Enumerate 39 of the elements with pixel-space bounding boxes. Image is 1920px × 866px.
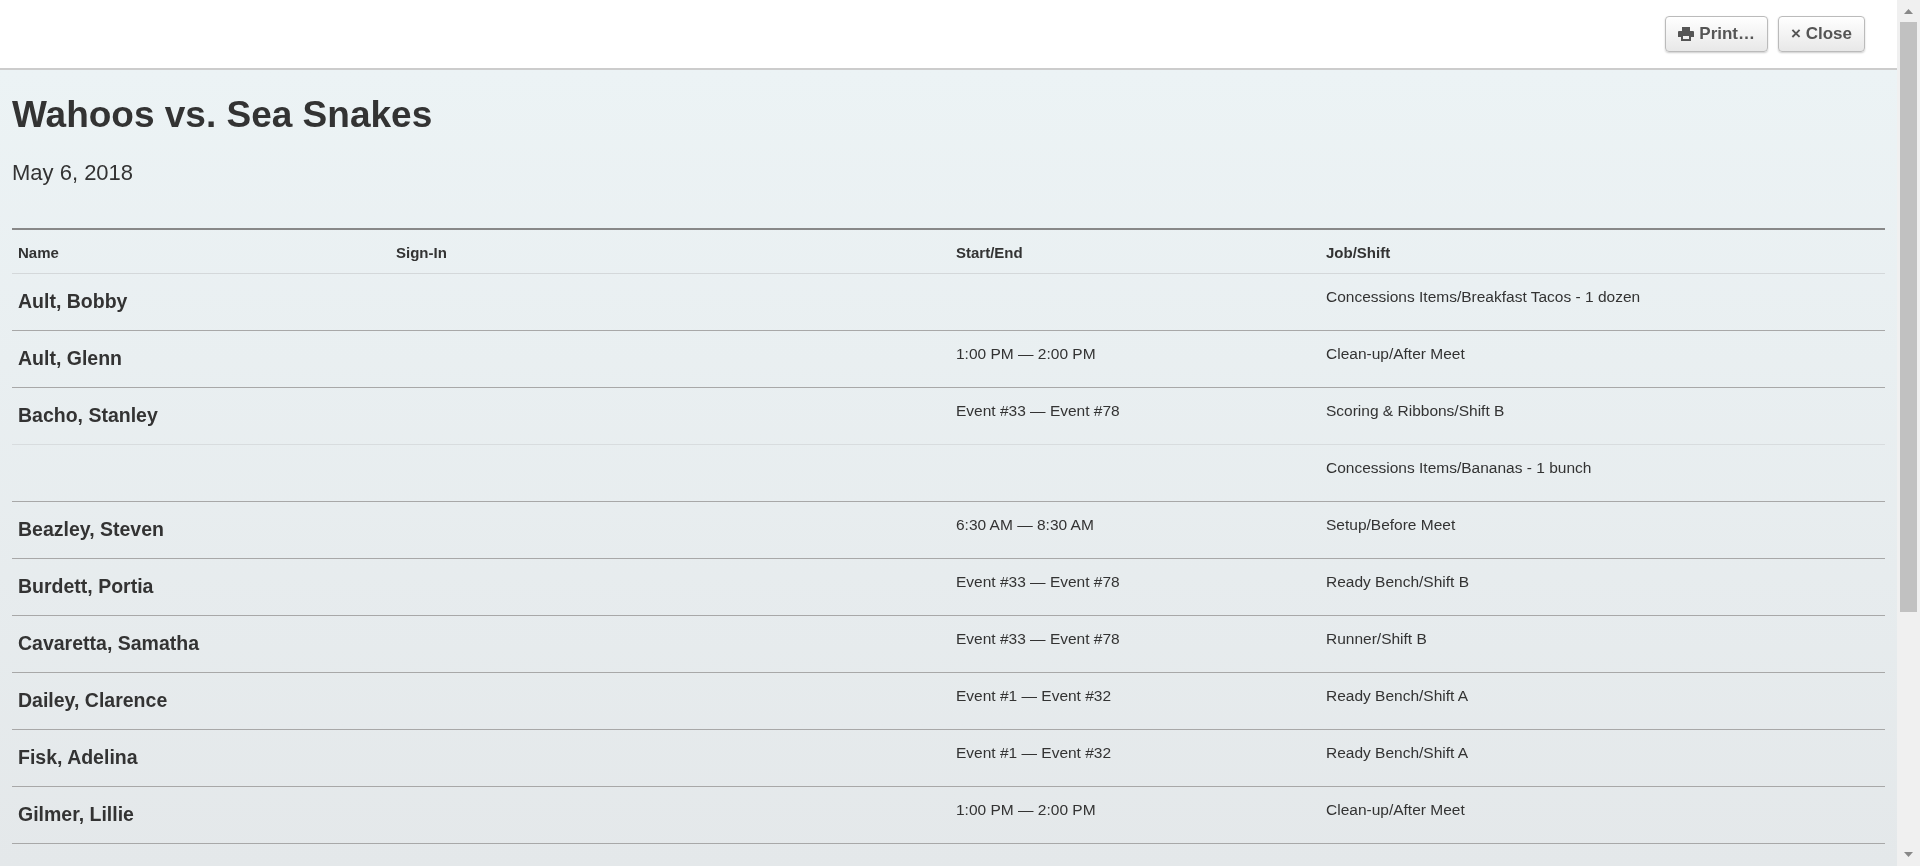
job-shift: Clean-up/After Meet (1326, 801, 1465, 818)
volunteer-name: Cavaretta, Samatha (18, 632, 199, 654)
printer-icon (1678, 27, 1695, 41)
volunteer-name: Bacho, Stanley (18, 404, 158, 426)
job-shift: Runner/Shift B (1326, 630, 1427, 647)
job-shift: Scoring & Ribbons/Shift B (1326, 402, 1505, 419)
event-date: May 6, 2018 (12, 160, 135, 186)
scroll-up-icon[interactable] (1904, 9, 1913, 14)
time-range: 1:00 PM — 2:00 PM (956, 345, 1096, 362)
job-shift: Ready Bench/Shift B (1326, 573, 1470, 590)
time-range: Event #33 — Event #78 (956, 630, 1120, 647)
job-shift: Setup/Before Meet (1326, 516, 1456, 533)
volunteer-name: Ault, Glenn (18, 347, 122, 369)
time-range: Event #33 — Event #78 (956, 573, 1120, 590)
toolbar-button[interactable]: × Close (1778, 16, 1865, 52)
column-header: Name (18, 244, 59, 261)
column-header: Sign-In (396, 244, 447, 261)
job-shift: Ready Bench/Shift A (1326, 744, 1469, 761)
column-header: Start/End (956, 244, 1023, 261)
volunteer-name: Ault, Bobby (18, 290, 128, 312)
job-shift: Clean-up/After Meet (1326, 345, 1465, 362)
scrollbar[interactable] (1897, 0, 1920, 866)
volunteer-name: Dailey, Clarence (18, 689, 168, 711)
time-range: Event #1 — Event #32 (956, 687, 1112, 704)
time-range: 6:30 AM — 8:30 AM (956, 516, 1094, 533)
job-shift: Concessions Items/Breakfast Tacos - 1 dozen (1326, 288, 1641, 305)
volunteer-name: Burdett, Portia (18, 575, 154, 597)
time-range: 1:00 PM — 2:00 PM (956, 801, 1096, 818)
toolbar-button[interactable]: Print… (1665, 16, 1769, 52)
volunteer-name: Gilmer, Lillie (18, 803, 134, 825)
job-shift: Concessions Items/Bananas - 1 bunch (1326, 459, 1592, 476)
volunteer-name: Fisk, Adelina (18, 746, 138, 768)
volunteer-name: Beazley, Steven (18, 518, 164, 540)
time-range: Event #1 — Event #32 (956, 744, 1112, 761)
column-header: Job/Shift (1326, 244, 1391, 261)
page-title: Wahoos vs. Sea Snakes (12, 94, 434, 136)
job-shift: Ready Bench/Shift A (1326, 687, 1469, 704)
scroll-down-icon[interactable] (1904, 852, 1913, 857)
time-range: Event #33 — Event #78 (956, 402, 1120, 419)
